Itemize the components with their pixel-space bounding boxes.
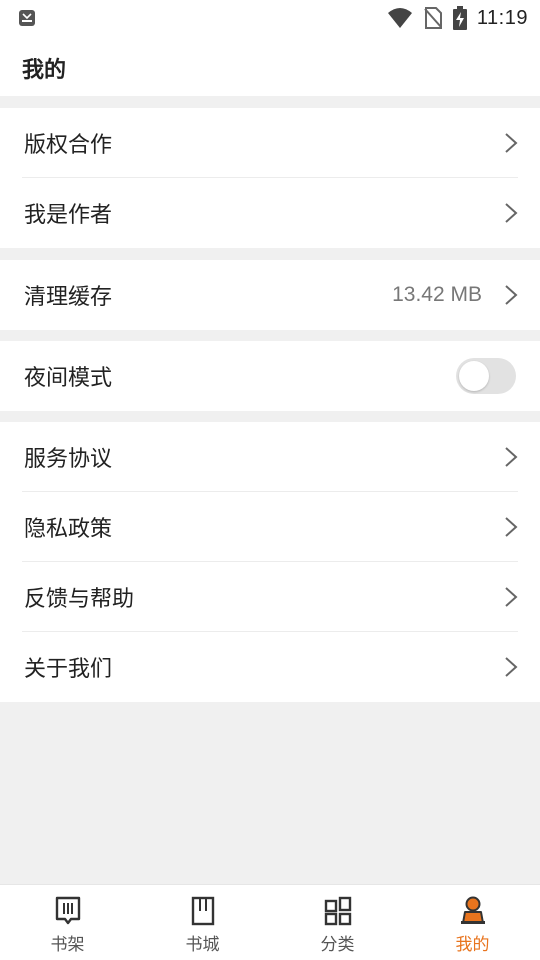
status-time: 11:19 bbox=[476, 6, 528, 29]
chevron-right-icon bbox=[505, 285, 518, 305]
nav-tab-category[interactable]: 分类 bbox=[270, 885, 405, 960]
chevron-right-icon bbox=[505, 447, 518, 467]
chevron-right-icon bbox=[505, 133, 518, 153]
menu-item-about[interactable]: 关于我们 bbox=[0, 632, 540, 702]
menu-item-label: 夜间模式 bbox=[24, 366, 113, 391]
screen: 11:19 我的 版权合作 我是作者 清理缓存 13.42 MB 夜间模式 服务… bbox=[0, 0, 540, 960]
menu-item-label: 服务协议 bbox=[24, 447, 113, 472]
menu-item-label: 清理缓存 bbox=[24, 285, 113, 310]
section-creator: 版权合作 我是作者 bbox=[0, 108, 540, 248]
nav-label: 书架 bbox=[50, 935, 85, 955]
no-sim-icon bbox=[424, 7, 442, 29]
book-icon bbox=[191, 896, 214, 926]
section-storage: 清理缓存 13.42 MB bbox=[0, 260, 540, 330]
menu-item-copyright[interactable]: 版权合作 bbox=[0, 108, 540, 178]
menu-item-author[interactable]: 我是作者 bbox=[0, 178, 540, 248]
chevron-right-icon bbox=[505, 203, 518, 223]
section-display: 夜间模式 bbox=[0, 341, 540, 411]
menu-item-privacy[interactable]: 隐私政策 bbox=[0, 492, 540, 562]
chevron-right-icon bbox=[505, 587, 518, 607]
nav-label: 书城 bbox=[185, 935, 220, 955]
cache-size-value: 13.42 MB bbox=[392, 283, 482, 306]
battery-charging-icon bbox=[452, 6, 467, 30]
night-mode-toggle[interactable] bbox=[456, 358, 516, 394]
page-title: 我的 bbox=[22, 58, 67, 83]
wifi-icon bbox=[387, 8, 412, 28]
app-notification-icon bbox=[19, 10, 35, 26]
menu-item-label: 隐私政策 bbox=[24, 517, 113, 542]
chevron-right-icon bbox=[505, 657, 518, 677]
menu-item-label: 关于我们 bbox=[24, 657, 113, 682]
toggle-knob bbox=[459, 361, 489, 391]
person-icon bbox=[460, 896, 485, 924]
chevron-right-icon bbox=[505, 517, 518, 537]
section-info: 服务协议 隐私政策 反馈与帮助 关于我们 bbox=[0, 422, 540, 702]
nav-tab-mine[interactable]: 我的 bbox=[405, 885, 540, 960]
menu-item-night-mode: 夜间模式 bbox=[0, 341, 540, 411]
nav-tab-bookstore[interactable]: 书城 bbox=[135, 885, 270, 960]
nav-label: 我的 bbox=[455, 935, 490, 955]
nav-tab-bookshelf[interactable]: 书架 bbox=[0, 885, 135, 960]
status-icons: 11:19 bbox=[387, 0, 528, 36]
grid-icon bbox=[324, 896, 351, 926]
status-bar: 11:19 bbox=[0, 0, 540, 36]
menu-item-terms[interactable]: 服务协议 bbox=[0, 422, 540, 492]
menu-item-label: 版权合作 bbox=[24, 133, 113, 158]
menu-item-label: 反馈与帮助 bbox=[24, 587, 135, 612]
bottom-nav: 书架 书城 分类 我的 bbox=[0, 884, 540, 960]
menu-item-clear-cache[interactable]: 清理缓存 13.42 MB bbox=[0, 260, 540, 330]
header: 我的 bbox=[0, 36, 540, 96]
nav-label: 分类 bbox=[320, 935, 355, 955]
menu-item-label: 我是作者 bbox=[24, 203, 113, 228]
bookshelf-icon bbox=[55, 896, 80, 925]
menu-item-feedback[interactable]: 反馈与帮助 bbox=[0, 562, 540, 632]
